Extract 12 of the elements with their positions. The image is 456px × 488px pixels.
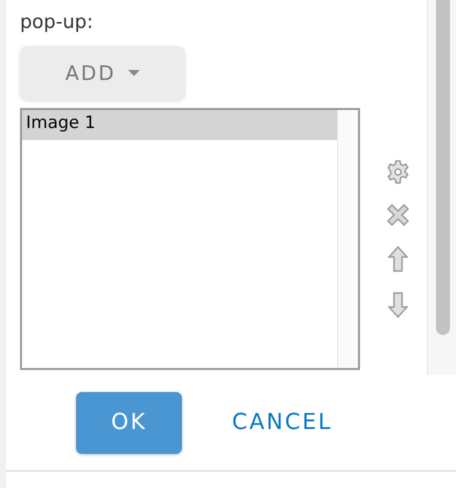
settings-icon[interactable] xyxy=(386,160,410,184)
ok-button[interactable]: OK xyxy=(76,392,182,454)
cancel-button[interactable]: CANCEL xyxy=(232,410,332,435)
list-item[interactable]: Image 1 xyxy=(22,110,337,140)
add-dropdown-button[interactable]: ADD xyxy=(20,46,185,100)
down-arrow-icon[interactable] xyxy=(388,292,408,318)
caret-icon xyxy=(128,70,140,76)
close-icon[interactable] xyxy=(387,204,409,226)
scrollbar-thumb[interactable] xyxy=(436,0,450,335)
up-arrow-icon[interactable] xyxy=(388,246,408,272)
prompt-text: pop-up: xyxy=(20,10,94,34)
list-scrollbar[interactable] xyxy=(337,110,358,368)
